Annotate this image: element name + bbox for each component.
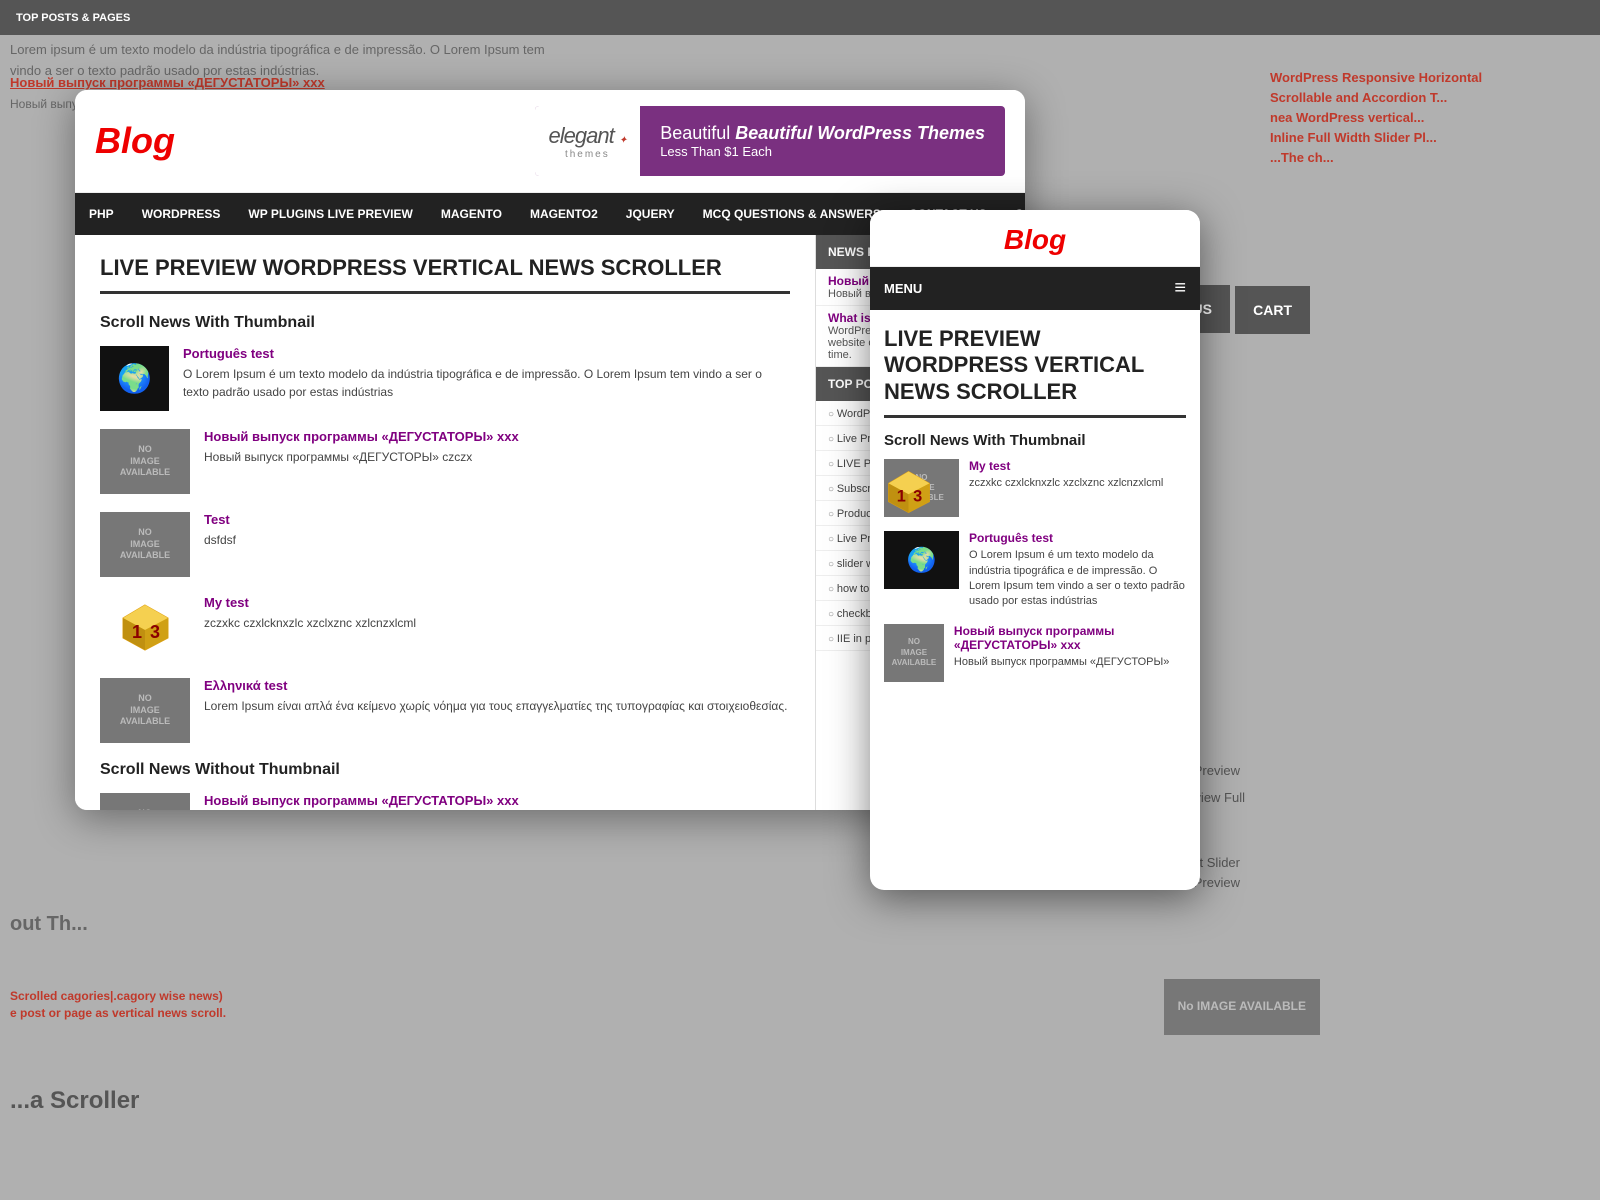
mobile-content-area: LIVE PREVIEW WORDPRESS VERTICAL NEWS SCR…: [870, 310, 1200, 890]
mobile-section-title: Scroll News With Thumbnail: [884, 432, 1186, 449]
mobile-news-item-2: NOIMAGEAVAILABLE Новый выпуск программы …: [884, 624, 1186, 682]
news-thumb-1: NOIMAGEAVAILABLE: [100, 429, 190, 494]
news-text-1: Новый выпуск программы «ДЕГУСТАТОРЫ» xxx…: [204, 429, 519, 466]
news-desc-2: dsfdsf: [204, 531, 236, 549]
mobile-news-link-2[interactable]: Новый выпуск программы «ДЕГУСТАТОРЫ» xxx: [954, 624, 1186, 652]
ad-text: Beautiful Beautiful WordPress Themes Les…: [640, 123, 1005, 159]
bg-right-link-3: nea WordPress vertical...: [1270, 110, 1590, 125]
desktop-page-title: LIVE PREVIEW WORDPRESS VERTICAL NEWS SCR…: [100, 255, 790, 294]
mobile-news-link-1[interactable]: Português test: [969, 531, 1186, 545]
mobile-blog-title: Blog: [880, 224, 1190, 256]
bg-right-link-2: Scrollable and Accordion T...: [1270, 90, 1590, 105]
nav-wp-plugins[interactable]: WP PLUGINS LIVE PREVIEW: [234, 193, 426, 235]
news-link-2[interactable]: Test: [204, 512, 236, 527]
bg-bottom-text-1: out Th...: [10, 908, 88, 940]
mobile-news-text-2: Новый выпуск программы «ДЕГУСТАТОРЫ» xxx…: [954, 624, 1186, 670]
news-item-2: NOIMAGEAVAILABLE Test dsfdsf: [100, 512, 790, 577]
news-text-3: My test zczxkc czxlcknxzlc xzclxznc xzlc…: [204, 595, 416, 632]
mobile-thumb-container-0: NOIMAGEAVAILABLE 1 3: [884, 459, 959, 517]
news-link-0[interactable]: Português test: [183, 346, 790, 361]
news-link-s2-0[interactable]: Новый выпуск программы «ДЕГУСТАТОРЫ» xxx: [204, 793, 519, 808]
svg-text:1: 1: [132, 622, 142, 642]
desktop-section-1-title: Scroll News With Thumbnail: [100, 314, 790, 332]
news-item-globe: 🌍 Português test O Lorem Ipsum é um text…: [100, 346, 790, 411]
nav-wordpress[interactable]: WORDPRESS: [128, 193, 235, 235]
mobile-news-text-1: Português test O Lorem Ipsum é um texto …: [969, 531, 1186, 610]
ad-banner[interactable]: elegant ✦ themes Beautiful Beautiful Wor…: [535, 106, 1005, 176]
desktop-content-area: LIVE PREVIEW WORDPRESS VERTICAL NEWS SCR…: [75, 235, 815, 810]
desktop-section-2-title: Scroll News Without Thumbnail: [100, 761, 790, 779]
news-desc-0: O Lorem Ipsum é um texto modelo da indús…: [183, 365, 790, 401]
mobile-news-text-0: My test zczxkc czxlcknxzlc xzclxznc xzlc…: [969, 459, 1163, 491]
desktop-blog-header: Blog elegant ✦ themes Beautiful Beautifu…: [75, 90, 1025, 193]
hamburger-icon[interactable]: ≡: [1174, 277, 1186, 300]
news-text-2: Test dsfdsf: [204, 512, 236, 549]
svg-text:3: 3: [150, 622, 160, 642]
bg-right-link-4: Inline Full Width Slider Pl...: [1270, 130, 1590, 145]
bg-right-links: WordPress Responsive Horizontal Scrollab…: [1260, 60, 1600, 180]
news-link-3[interactable]: My test: [204, 595, 416, 610]
mobile-thumb-globe: 🌍: [884, 531, 959, 589]
mobile-nav-bar: MENU ≡: [870, 267, 1200, 310]
bg-bottom-links: Scrolled cagories|.cagory wise news) e p…: [10, 989, 226, 1020]
svg-text:1: 1: [897, 488, 906, 506]
mobile-news-item-0: NOIMAGEAVAILABLE 1 3 My test zczxkc czxl…: [884, 459, 1186, 517]
news-text-4: Ελληνικά test Lorem Ipsum είναι απλά ένα…: [204, 678, 787, 715]
nav-mcq[interactable]: MCQ QUESTIONS & ANSWERS: [689, 193, 895, 235]
news-item-3: NOIMAGEAVAILABLE Ελληνικά test Lorem Ips…: [100, 678, 790, 743]
news-item-1: NOIMAGEAVAILABLE Новый выпуск программы …: [100, 429, 790, 494]
mobile-news-desc-1: O Lorem Ipsum é um texto modelo da indús…: [969, 548, 1186, 610]
nav-magento2[interactable]: MAGENTO2: [516, 193, 612, 235]
news-thumb-globe: 🌍: [100, 346, 169, 411]
bg-red-link-1: Новый выпуск программы «ДЕГУСТАТОРЫ» xxx: [10, 75, 325, 90]
bg-body-text: Lorem ipsum é um texto modelo da indústr…: [10, 10, 560, 82]
news-desc-3: zczxkc czxlcknxzlc xzclxznc xzlcnzxlcml: [204, 614, 416, 632]
news-item-s2-0: NOIMAGEAVAILABLE Новый выпуск программы …: [100, 793, 790, 810]
mobile-news-link-0[interactable]: My test: [969, 459, 1163, 473]
bg-no-image: No IMAGE AVAILABLE: [1164, 979, 1320, 1035]
news-thumb-2: NOIMAGEAVAILABLE: [100, 512, 190, 577]
desktop-blog-title: Blog: [95, 120, 175, 162]
bg-right-link-1: WordPress Responsive Horizontal: [1270, 70, 1590, 85]
mobile-news-desc-0: zczxkc czxlcknxzlc xzclxznc xzlcnzxlcml: [969, 476, 1163, 491]
nav-php[interactable]: PHP: [75, 193, 128, 235]
news-link-1[interactable]: Новый выпуск программы «ДЕГУСТАТОРЫ» xxx: [204, 429, 519, 444]
news-thumb-s2-0: NOIMAGEAVAILABLE: [100, 793, 190, 810]
news-desc-4: Lorem Ipsum είναι απλά ένα κείμενο χωρίς…: [204, 697, 787, 715]
news-link-4[interactable]: Ελληνικά test: [204, 678, 787, 693]
mobile-no-image-2: NOIMAGEAVAILABLE: [884, 624, 944, 682]
news-thumb-3: NOIMAGEAVAILABLE: [100, 678, 190, 743]
ad-logo: elegant ✦ themes: [535, 106, 641, 176]
mobile-window: Blog MENU ≡ LIVE PREVIEW WORDPRESS VERTI…: [870, 210, 1200, 890]
news-thumb-cube: 1 3: [100, 595, 190, 660]
bg-scroller-label: ...a Scroller: [10, 1082, 139, 1120]
mobile-news-item-1: 🌍 Português test O Lorem Ipsum é um text…: [884, 531, 1186, 610]
mobile-page-title: LIVE PREVIEW WORDPRESS VERTICAL NEWS SCR…: [884, 326, 1186, 418]
bg-right-link-5: ...The ch...: [1270, 150, 1590, 165]
news-text-0: Português test O Lorem Ipsum é um texto …: [183, 346, 790, 401]
svg-text:3: 3: [913, 488, 922, 506]
bg-cart: CART: [1235, 286, 1310, 334]
mobile-cube-icon: 1 3: [884, 467, 934, 517]
news-item-cube: 1 3 My test zczxkc czxlcknxzlc xzclxznc …: [100, 595, 790, 660]
news-text-s2-0: Новый выпуск программы «ДЕГУСТАТОРЫ» xxx…: [204, 793, 519, 810]
mobile-blog-header: Blog: [870, 210, 1200, 267]
nav-magento[interactable]: MAGENTO: [427, 193, 516, 235]
mobile-news-desc-2: Новый выпуск программы «ДЕГУСТОРЫ»: [954, 655, 1186, 670]
mobile-menu-label: MENU: [884, 281, 922, 296]
news-desc-1: Новый выпуск программы «ДЕГУСТОРЫ» czczx: [204, 448, 519, 466]
nav-jquery[interactable]: JQUERY: [612, 193, 689, 235]
